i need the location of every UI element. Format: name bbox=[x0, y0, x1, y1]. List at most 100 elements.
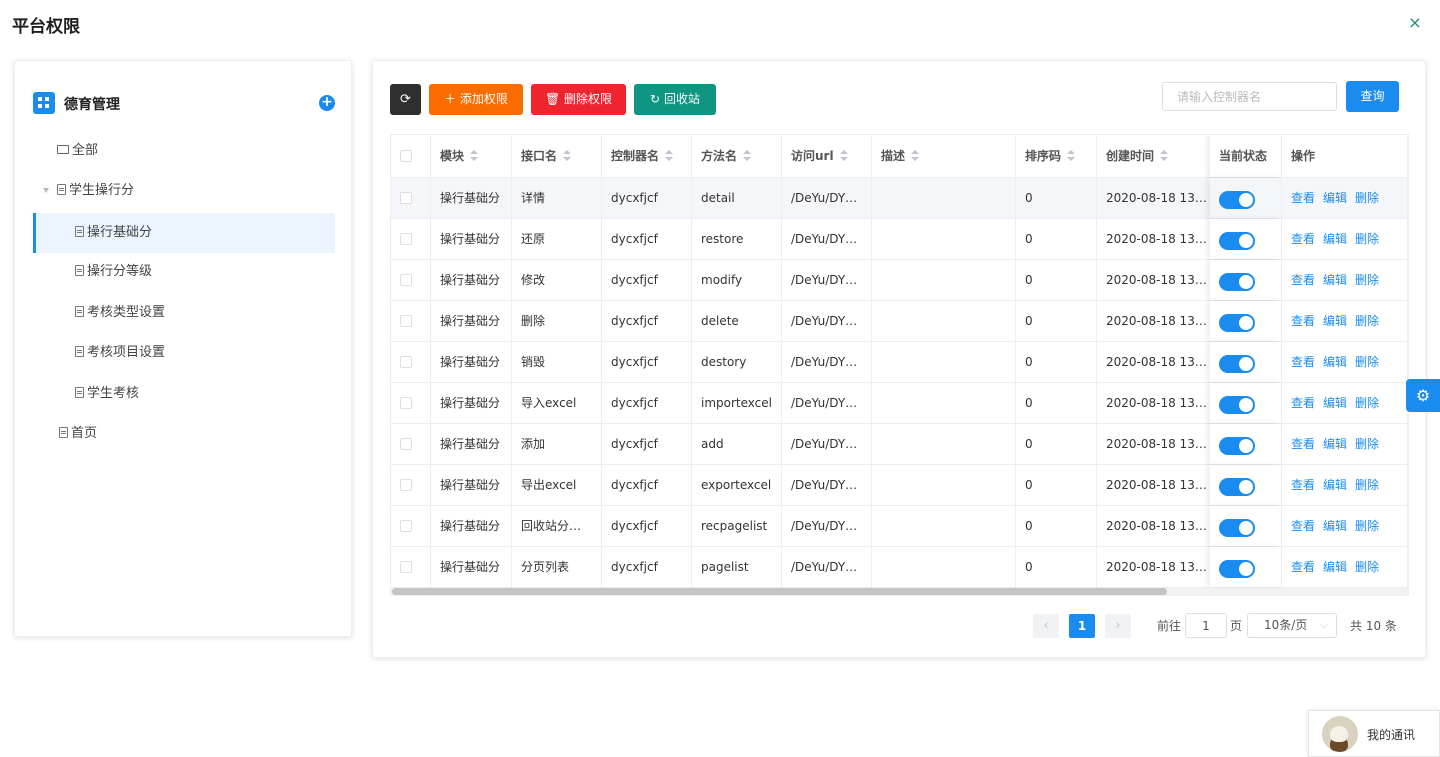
row-checkbox[interactable] bbox=[391, 465, 431, 505]
row-checkbox[interactable] bbox=[391, 178, 431, 218]
tree-item-student-assess[interactable]: 学生考核 bbox=[33, 374, 335, 414]
table-row[interactable]: 操行基础分 详情 dycxfjcf detail/DeYu/DY… 0 2020-08-1… bbox=[391, 178, 1408, 219]
table-row[interactable]: 操行基础分 回收站分… dycxfjcf recpagelist/DeYu/DY… 0 2… bbox=[391, 506, 1408, 547]
view-link[interactable]: 查看 bbox=[1291, 396, 1315, 410]
chat-label: 我的通讯 bbox=[1367, 728, 1416, 742]
edit-link[interactable]: 编辑 bbox=[1323, 191, 1347, 205]
controller-search-input[interactable] bbox=[1162, 82, 1337, 111]
goto-page-input[interactable] bbox=[1185, 613, 1227, 638]
plus-circle-icon[interactable]: + bbox=[319, 95, 335, 111]
next-page-button[interactable]: › bbox=[1105, 614, 1131, 638]
tree-item-student-conduct[interactable]: 学生操行分 bbox=[33, 171, 335, 211]
view-link[interactable]: 查看 bbox=[1291, 560, 1315, 574]
page-size-select[interactable]: 10条/页 ⌵ bbox=[1247, 613, 1337, 638]
edit-link[interactable]: 编辑 bbox=[1323, 478, 1347, 492]
cell-method: delete bbox=[692, 301, 782, 341]
close-icon[interactable]: × bbox=[1407, 15, 1423, 31]
cell-status bbox=[1210, 260, 1282, 300]
delete-link[interactable]: 删除 bbox=[1355, 273, 1379, 287]
view-link[interactable]: 查看 bbox=[1291, 355, 1315, 369]
cell-method: restore bbox=[692, 219, 782, 259]
view-link[interactable]: 查看 bbox=[1291, 478, 1315, 492]
delete-permission-button[interactable]: 🗑 删除权限 bbox=[531, 84, 626, 115]
status-toggle[interactable] bbox=[1219, 314, 1255, 332]
row-checkbox[interactable] bbox=[391, 301, 431, 341]
header-api-name[interactable]: 接口名 bbox=[512, 135, 602, 177]
view-link[interactable]: 查看 bbox=[1291, 437, 1315, 451]
tree-item-assess-project[interactable]: 考核项目设置 bbox=[33, 333, 335, 373]
tree-item-conduct-level[interactable]: 操行分等级 bbox=[33, 252, 335, 292]
edit-link[interactable]: 编辑 bbox=[1323, 396, 1347, 410]
delete-link[interactable]: 删除 bbox=[1355, 232, 1379, 246]
status-toggle[interactable] bbox=[1219, 355, 1255, 373]
row-checkbox[interactable] bbox=[391, 219, 431, 259]
header-description[interactable]: 描述 bbox=[872, 135, 1016, 177]
table-row[interactable]: 操行基础分 导出excel dycxfjcf exportexcel/DeYu/DY…… bbox=[391, 465, 1408, 506]
status-toggle[interactable] bbox=[1219, 273, 1255, 291]
status-toggle[interactable] bbox=[1219, 232, 1255, 250]
view-link[interactable]: 查看 bbox=[1291, 273, 1315, 287]
edit-link[interactable]: 编辑 bbox=[1323, 273, 1347, 287]
row-checkbox[interactable] bbox=[391, 342, 431, 382]
table-row[interactable]: 操行基础分 修改 dycxfjcf modify/DeYu/DY… 0 2020-08-1… bbox=[391, 260, 1408, 301]
table-row[interactable]: 操行基础分 添加 dycxfjcf add/DeYu/DY… 0 2020-08-18 1… bbox=[391, 424, 1408, 465]
view-link[interactable]: 查看 bbox=[1291, 191, 1315, 205]
edit-link[interactable]: 编辑 bbox=[1323, 232, 1347, 246]
delete-link[interactable]: 删除 bbox=[1355, 191, 1379, 205]
delete-link[interactable]: 删除 bbox=[1355, 355, 1379, 369]
delete-link[interactable]: 删除 bbox=[1355, 437, 1379, 451]
header-sort-code[interactable]: 排序码 bbox=[1016, 135, 1097, 177]
tree-item-all[interactable]: 全部 bbox=[33, 131, 335, 171]
delete-link[interactable]: 删除 bbox=[1355, 560, 1379, 574]
edit-link[interactable]: 编辑 bbox=[1323, 560, 1347, 574]
edit-link[interactable]: 编辑 bbox=[1323, 437, 1347, 451]
table-row[interactable]: 操行基础分 导入excel dycxfjcf importexcel/DeYu/DY…… bbox=[391, 383, 1408, 424]
add-permission-button[interactable]: ＋ 添加权限 bbox=[429, 84, 523, 115]
view-link[interactable]: 查看 bbox=[1291, 519, 1315, 533]
table-row[interactable]: 操行基础分 销毁 dycxfjcf destory/DeYu/DY… 0 2020-08-… bbox=[391, 342, 1408, 383]
edit-link[interactable]: 编辑 bbox=[1323, 314, 1347, 328]
cell-sort-code: 0 bbox=[1016, 301, 1097, 341]
gear-icon[interactable]: ⚙ bbox=[1406, 379, 1440, 412]
header-method[interactable]: 方法名 bbox=[692, 135, 782, 177]
header-module[interactable]: 模块 bbox=[431, 135, 512, 177]
status-toggle[interactable] bbox=[1219, 560, 1255, 578]
row-checkbox[interactable] bbox=[391, 424, 431, 464]
scrollbar-thumb[interactable] bbox=[392, 588, 1167, 595]
select-all-checkbox[interactable] bbox=[391, 135, 431, 177]
status-toggle[interactable] bbox=[1219, 478, 1255, 496]
row-checkbox[interactable] bbox=[391, 547, 431, 587]
delete-link[interactable]: 删除 bbox=[1355, 314, 1379, 328]
status-toggle[interactable] bbox=[1219, 519, 1255, 537]
tree-item-conduct-base[interactable]: 操行基础分 bbox=[33, 213, 335, 253]
delete-link[interactable]: 删除 bbox=[1355, 396, 1379, 410]
page-unit-label: 页 bbox=[1230, 619, 1243, 633]
tree-item-assess-type[interactable]: 考核类型设置 bbox=[33, 293, 335, 333]
status-toggle[interactable] bbox=[1219, 191, 1255, 209]
prev-page-button[interactable]: ‹ bbox=[1033, 614, 1059, 638]
row-checkbox[interactable] bbox=[391, 506, 431, 546]
refresh-button[interactable]: ⟳ bbox=[390, 84, 421, 115]
status-toggle[interactable] bbox=[1219, 437, 1255, 455]
table-row[interactable]: 操行基础分 删除 dycxfjcf delete/DeYu/DY… 0 2020-08-1… bbox=[391, 301, 1408, 342]
view-link[interactable]: 查看 bbox=[1291, 232, 1315, 246]
delete-link[interactable]: 删除 bbox=[1355, 478, 1379, 492]
header-url[interactable]: 访问url bbox=[782, 135, 872, 177]
page-number-1[interactable]: 1 bbox=[1069, 614, 1095, 638]
row-checkbox[interactable] bbox=[391, 383, 431, 423]
query-button[interactable]: 查询 bbox=[1346, 81, 1399, 112]
table-row[interactable]: 操行基础分 分页列表 dycxfjcf pagelist/DeYu/DY… 0 2020-… bbox=[391, 547, 1408, 588]
row-checkbox[interactable] bbox=[391, 260, 431, 300]
header-created-time[interactable]: 创建时间 bbox=[1097, 135, 1211, 177]
recycle-bin-button[interactable]: ↻ 回收站 bbox=[634, 84, 716, 115]
delete-link[interactable]: 删除 bbox=[1355, 519, 1379, 533]
caret-down-icon[interactable] bbox=[43, 188, 49, 193]
tree-item-home[interactable]: 首页 bbox=[33, 414, 335, 454]
view-link[interactable]: 查看 bbox=[1291, 314, 1315, 328]
table-row[interactable]: 操行基础分 还原 dycxfjcf restore/DeYu/DY… 0 2020-08-… bbox=[391, 219, 1408, 260]
edit-link[interactable]: 编辑 bbox=[1323, 355, 1347, 369]
header-controller[interactable]: 控制器名 bbox=[602, 135, 692, 177]
chat-widget[interactable]: 我的通讯 bbox=[1308, 710, 1440, 757]
edit-link[interactable]: 编辑 bbox=[1323, 519, 1347, 533]
status-toggle[interactable] bbox=[1219, 396, 1255, 414]
